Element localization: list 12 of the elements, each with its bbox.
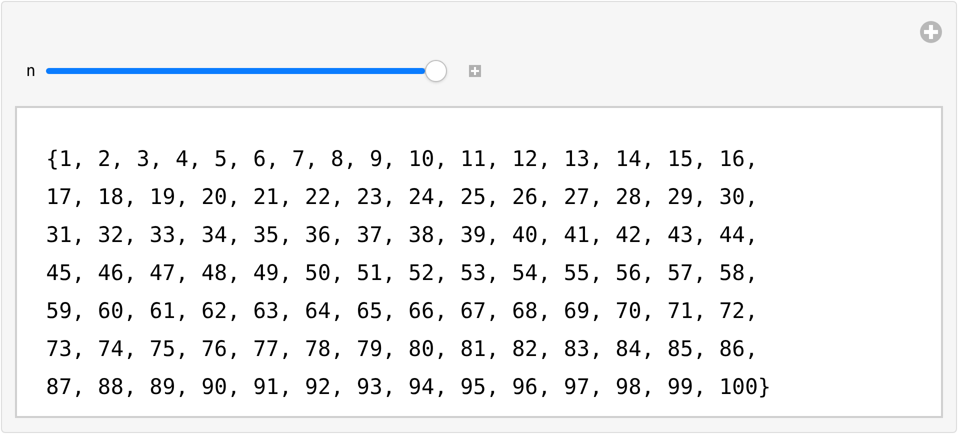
output-line: 73, 74, 75, 76, 77, 78, 79, 80, 81, 82, 83, 84, 85, 86, xyxy=(46,336,758,364)
add-icon[interactable] xyxy=(920,21,942,43)
slider-label: n xyxy=(26,60,37,82)
output-line: {1, 2, 3, 4, 5, 6, 7, 8, 9, 10, 11, 12, 13, 14, 15, 16, xyxy=(46,146,758,174)
output-line: 17, 18, 19, 20, 21, 22, 23, 24, 25, 26, 27, 28, 29, 30, xyxy=(46,184,758,212)
output-line: 45, 46, 47, 48, 49, 50, 51, 52, 53, 54, 55, 56, 57, 58, xyxy=(46,260,758,288)
slider-thumb[interactable] xyxy=(425,60,447,82)
output-line: 87, 88, 89, 90, 91, 92, 93, 94, 95, 96, 97, 98, 99, 100} xyxy=(46,374,771,402)
output-line: 31, 32, 33, 34, 35, 36, 37, 38, 39, 40, 41, 42, 43, 44, xyxy=(46,222,758,250)
expand-icon[interactable] xyxy=(469,65,481,77)
output-line: 59, 60, 61, 62, 63, 64, 65, 66, 67, 68, 69, 70, 71, 72, xyxy=(46,298,758,326)
slider[interactable] xyxy=(46,59,447,83)
